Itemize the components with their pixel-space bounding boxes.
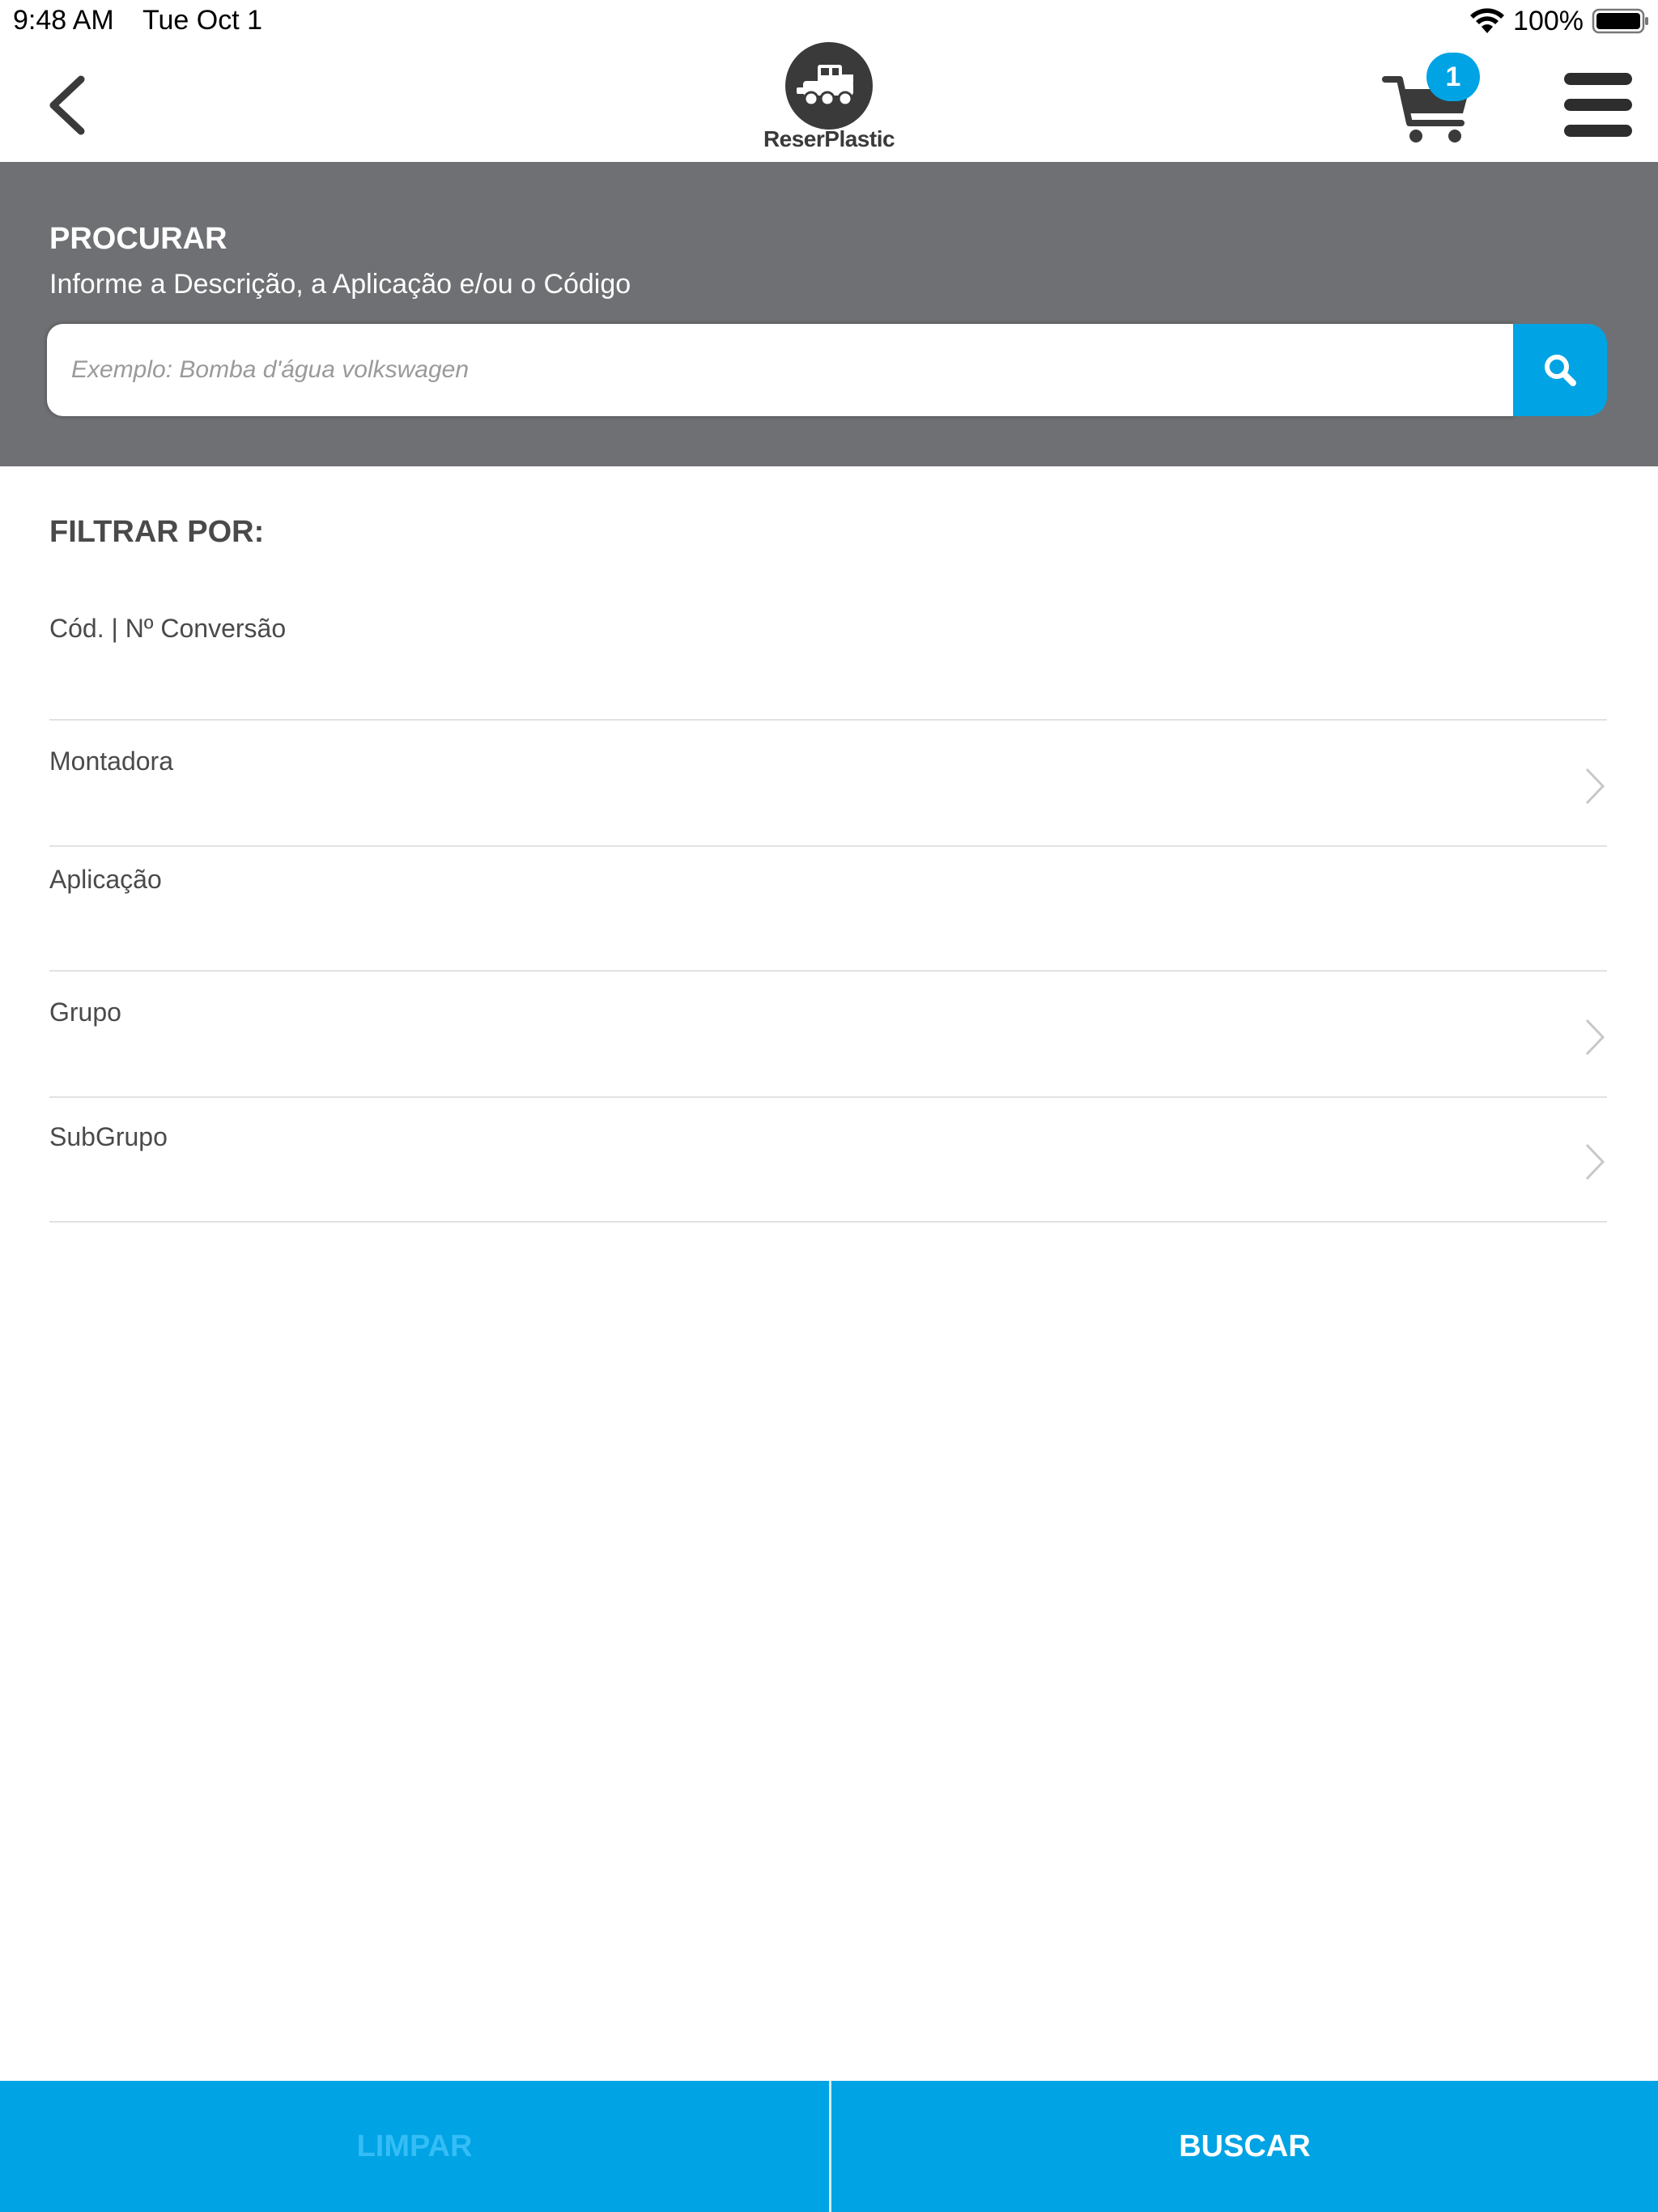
wifi-icon [1469,7,1505,35]
filter-label: Grupo [49,998,121,1027]
app-header: ReserPlastic 1 [0,42,1658,162]
search-button[interactable] [1513,324,1607,416]
search-title: PROCURAR [49,222,227,256]
search-subtitle: Informe a Descrição, a Aplicação e/ou o … [49,269,631,300]
logo-text-prefix: Reser [763,126,825,151]
filter-label: Cód. | Nº Conversão [49,614,287,643]
truck-logo-icon [785,42,873,130]
logo-text-suffix: Plastic [824,126,895,151]
search-submit-button[interactable]: BUSCAR [831,2081,1658,2212]
clear-button[interactable]: LIMPAR [0,2081,829,2212]
search-panel: PROCURAR Informe a Descrição, a Aplicaçã… [0,162,1658,466]
hamburger-menu-icon [1564,73,1632,137]
filter-label: SubGrupo [49,1122,168,1151]
filter-label: Aplicação [49,865,162,894]
status-date: Tue Oct 1 [142,5,263,36]
filter-label: Montadora [49,747,173,776]
status-indicators: 100% [1469,5,1650,37]
brand-logo: ReserPlastic [761,42,897,160]
status-bar: 9:48 AM Tue Oct 1 100% [0,0,1658,42]
battery-icon [1592,7,1650,35]
hamburger-menu-button[interactable] [1564,73,1632,138]
status-time: 9:48 AM [13,5,114,36]
search-field [47,324,1514,416]
search-input[interactable] [71,324,1496,416]
logo-wordmark: ReserPlastic [761,126,897,152]
chevron-right-icon [1585,1143,1605,1180]
filter-item-montadora[interactable]: Montadora [49,721,1607,847]
back-chevron-icon [49,75,85,135]
battery-percent: 100% [1513,5,1584,36]
filter-item-grupo[interactable]: Grupo [49,972,1607,1098]
back-button[interactable] [42,71,92,139]
search-icon [1545,355,1576,386]
bottom-action-bar: LIMPAR BUSCAR [0,2081,1658,2212]
filter-item-aplicacao[interactable]: Aplicação [49,847,1607,972]
cart-count-badge: 1 [1426,53,1480,101]
filter-heading: FILTRAR POR: [49,515,265,549]
filter-item-subgrupo[interactable]: SubGrupo [49,1098,1607,1223]
chevron-right-icon [1585,1019,1605,1056]
filter-item-codigo-conversao[interactable]: Cód. | Nº Conversão [49,599,1607,721]
chevron-right-icon [1585,768,1605,805]
